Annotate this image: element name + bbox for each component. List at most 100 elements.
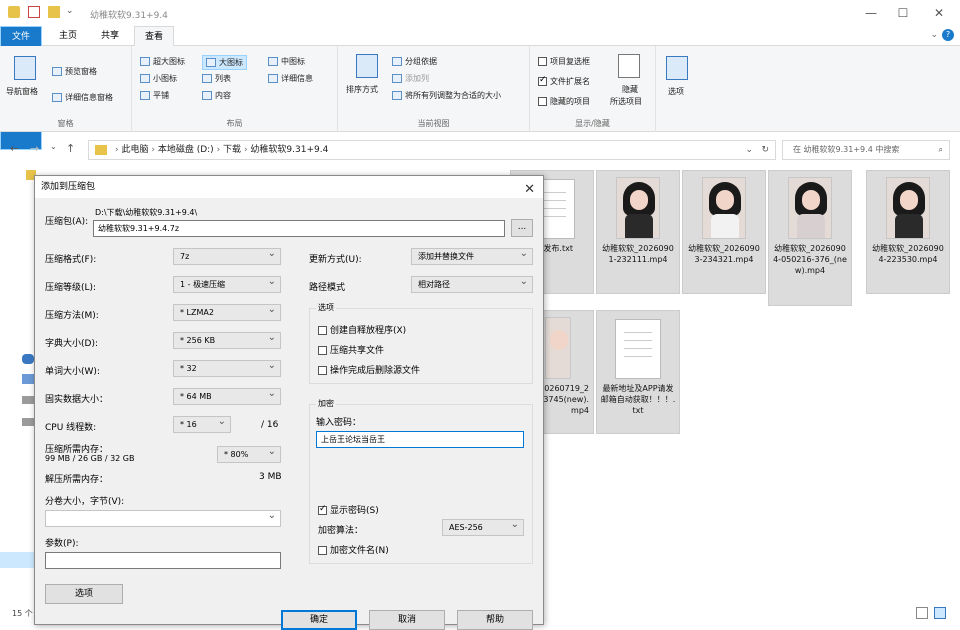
layout-content[interactable]: 内容 — [202, 90, 231, 101]
layout-medium[interactable]: 中图标 — [268, 56, 305, 67]
breadcrumb-item[interactable]: 本地磁盘 (D:) — [158, 145, 214, 155]
shared-option[interactable]: 压缩共享文件 — [318, 343, 384, 356]
dict-select[interactable]: * 256 KB — [173, 330, 281, 349]
group-label-current-view: 当前视图 — [417, 119, 450, 128]
level-select[interactable]: 1 - 极速压缩 — [173, 274, 281, 293]
breadcrumb-item[interactable]: 此电脑 — [121, 145, 148, 155]
up-icon[interactable]: ↑ — [66, 142, 75, 155]
path-select[interactable]: 相对路径 — [411, 274, 533, 293]
checkbox[interactable] — [318, 346, 327, 355]
path-label: 路径模式 — [309, 283, 346, 293]
sort-button[interactable]: 排序方式 — [346, 84, 378, 95]
drive-icon[interactable] — [22, 396, 34, 404]
archive-name-input[interactable]: 幼稚软软9.31+9.4.7z — [93, 220, 505, 237]
breadcrumb-item[interactable]: 幼稚软软9.31+9.4 — [250, 145, 328, 155]
checkbox[interactable] — [318, 366, 327, 375]
forward-icon[interactable]: → — [30, 142, 39, 155]
drive-icon[interactable] — [22, 418, 34, 426]
breadcrumb-item[interactable]: 下载 — [223, 145, 241, 155]
checkbox[interactable] — [538, 57, 547, 66]
search-placeholder: 在 幼稚软软9.31+9.4 中搜索 — [793, 145, 900, 154]
checkbox[interactable] — [538, 75, 547, 86]
update-select[interactable]: 添加并替换文件 — [411, 246, 533, 265]
back-icon[interactable]: ← — [10, 142, 19, 155]
address-row: ← → ⌄ ↑ › 此电脑 › 本地磁盘 (D:) › 下载 › 幼稚软软9.3… — [0, 136, 960, 164]
group-label-show-hide: 显示/隐藏 — [575, 119, 610, 128]
close-icon[interactable]: ✕ — [524, 179, 535, 201]
nav-selected-item[interactable] — [0, 552, 38, 568]
show-password-option[interactable]: 显示密码(S) — [318, 503, 379, 516]
fit-columns-button[interactable]: 将所有列调整为合适的大小 — [392, 90, 501, 101]
group-by-icon — [392, 57, 402, 66]
refresh-icon[interactable]: ↻ — [761, 141, 769, 159]
details-pane-button[interactable]: 详细信息窗格 — [52, 92, 113, 103]
item-checkbox-toggle[interactable]: 项目复选框 — [538, 56, 590, 67]
hidden-items-toggle[interactable]: 隐藏的项目 — [538, 96, 590, 107]
layout-tiles[interactable]: 平铺 — [140, 90, 169, 101]
encrypt-names-option[interactable]: 加密文件名(N) — [318, 543, 389, 556]
options-button[interactable]: 选项 — [668, 86, 684, 97]
file-item[interactable]: 最新地址及APP请发邮箱自动获取！！！.txt — [596, 310, 680, 434]
checkbox[interactable] — [318, 326, 327, 335]
group-by-button[interactable]: 分组依据 — [392, 56, 437, 67]
checkbox-label: 隐藏的项目 — [550, 97, 590, 106]
hide-selected-label-1[interactable]: 隐藏 — [622, 84, 638, 95]
maximize-button[interactable]: ☐ — [888, 4, 918, 22]
options-button[interactable]: 选项 — [45, 584, 123, 604]
cloud-icon[interactable] — [22, 354, 34, 364]
large-icons-view-icon[interactable] — [934, 607, 946, 619]
file-item[interactable]: 幼稚软软_20260904-050216-376_(new).mp4 — [768, 170, 852, 306]
ok-button[interactable]: 确定 — [281, 610, 357, 630]
tab-view[interactable]: 查看 — [134, 26, 174, 46]
recent-icon[interactable]: ⌄ — [50, 142, 57, 151]
format-select[interactable]: 7z — [173, 246, 281, 265]
solid-select[interactable]: * 64 MB — [173, 386, 281, 405]
preview-pane-button[interactable]: 预览窗格 — [52, 66, 97, 77]
close-button[interactable]: ✕ — [924, 4, 954, 22]
add-column-button[interactable]: 添加列 — [392, 73, 429, 84]
nav-pane-button[interactable]: 导航窗格 — [6, 86, 38, 97]
layout-extra-large[interactable]: 超大图标 — [140, 56, 185, 67]
layout-small[interactable]: 小图标 — [140, 73, 177, 84]
help-button[interactable]: 帮助 — [457, 610, 533, 630]
chevron-down-icon[interactable]: ⌄ — [930, 30, 938, 40]
delete-option[interactable]: 操作完成后删除源文件 — [318, 363, 420, 376]
ribbon-tabs: 文件 主页 共享 查看 ⌄ ? — [0, 26, 960, 150]
browse-button[interactable]: ... — [511, 219, 533, 237]
password-input[interactable]: 上岳王论坛当岳王 — [316, 431, 524, 448]
chevron-down-icon[interactable]: ⌄ — [745, 141, 753, 159]
new-folder-icon[interactable] — [48, 6, 60, 18]
method-select[interactable]: * LZMA2 — [173, 302, 281, 321]
file-item[interactable]: 幼稚软软_20260901-232111.mp4 — [596, 170, 680, 294]
layout-list[interactable]: 列表 — [202, 73, 231, 84]
enc-method-select[interactable]: AES-256 — [442, 517, 524, 536]
params-input[interactable] — [45, 552, 281, 569]
help-icon[interactable]: ? — [942, 29, 954, 41]
file-item[interactable]: 幼稚软软_20260903-234321.mp4 — [682, 170, 766, 294]
address-bar[interactable]: › 此电脑 › 本地磁盘 (D:) › 下载 › 幼稚软软9.31+9.4 ⌄ … — [88, 140, 776, 160]
hide-selected-label-2[interactable]: 所选项目 — [610, 96, 642, 107]
cancel-button[interactable]: 取消 — [369, 610, 445, 630]
word-select[interactable]: * 32 — [173, 358, 281, 377]
chevron-down-icon[interactable]: ⌄ — [66, 6, 78, 18]
layout-large[interactable]: 大图标 — [202, 55, 247, 70]
file-ext-toggle[interactable]: 文件扩展名 — [538, 75, 590, 87]
pc-icon[interactable] — [22, 374, 34, 384]
mem-select[interactable]: * 80% — [217, 444, 281, 463]
details-view-icon[interactable] — [916, 607, 928, 619]
cpu-select[interactable]: * 16 — [173, 414, 231, 433]
sfx-option[interactable]: 创建自释放程序(X) — [318, 323, 406, 336]
checkbox[interactable] — [318, 546, 327, 555]
search-input[interactable]: 在 幼稚软软9.31+9.4 中搜索 ⌕ — [782, 140, 950, 160]
checkbox[interactable] — [318, 504, 327, 515]
tab-home[interactable]: 主页 — [48, 26, 88, 46]
file-item[interactable]: 幼稚软软_20260904-223530.mp4 — [866, 170, 950, 294]
options-group-title: 选项 — [316, 302, 336, 313]
split-select[interactable] — [45, 508, 281, 527]
layout-details[interactable]: 详细信息 — [268, 73, 313, 84]
minimize-button[interactable]: — — [856, 4, 886, 22]
checkbox[interactable] — [538, 97, 547, 106]
tab-share[interactable]: 共享 — [90, 26, 130, 46]
split-label: 分卷大小，字节(V): — [45, 497, 125, 507]
properties-icon[interactable] — [28, 6, 40, 18]
